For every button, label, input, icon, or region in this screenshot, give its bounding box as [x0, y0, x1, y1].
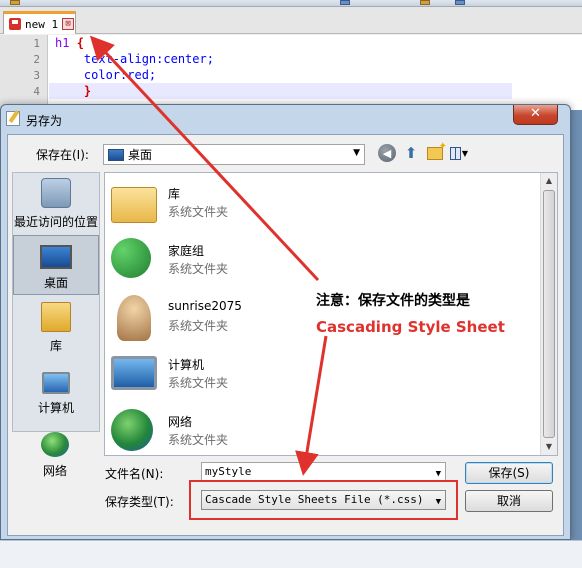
- scroll-down-icon[interactable]: ▼: [541, 439, 557, 455]
- file-name: 计算机: [168, 358, 205, 372]
- annotation-note-highlight: Cascading Style Sheet: [316, 318, 505, 336]
- code-line: }: [55, 84, 92, 98]
- scroll-up-icon[interactable]: ▲: [541, 173, 557, 189]
- css-selector: h1: [55, 36, 70, 50]
- file-name: 网络: [168, 415, 193, 429]
- scrollbar-thumb[interactable]: [543, 190, 555, 438]
- editor-toolbar: [0, 0, 582, 7]
- place-label: 网络: [42, 464, 67, 478]
- code-line: text-align:center;: [55, 52, 214, 66]
- file-type: 系统文件夹: [168, 319, 229, 333]
- network-icon: [41, 432, 69, 457]
- list-item[interactable]: 家庭组 系统文件夹: [111, 234, 491, 288]
- user-folder-icon: [117, 295, 151, 341]
- recent-places-icon: [41, 178, 71, 208]
- toolbar-icon[interactable]: [455, 0, 465, 5]
- list-item[interactable]: 库 系统文件夹: [111, 177, 491, 231]
- editor-window: new 1 ⊠ 1 2 3 4 h1 { text-align:center; …: [0, 0, 582, 110]
- new-folder-icon: [427, 141, 447, 160]
- line-number: 2: [33, 53, 40, 66]
- code-line: h1 {: [55, 36, 84, 50]
- unsaved-file-icon: [9, 18, 21, 30]
- save-in-label: 保存在(I):: [36, 148, 89, 162]
- line-number: 4: [33, 85, 40, 98]
- places-bar: 最近访问的位置 桌面 库 计算机: [12, 172, 100, 432]
- place-label: 桌面: [43, 276, 68, 290]
- libraries-icon: [41, 302, 71, 332]
- arrow-left-icon: ◀: [382, 146, 392, 160]
- place-label: 库: [49, 339, 62, 353]
- place-label: 最近访问的位置: [13, 215, 98, 229]
- current-line-highlight: [49, 83, 512, 99]
- view-menu-button[interactable]: ▼: [450, 144, 468, 162]
- save-button[interactable]: 保存(S): [465, 462, 553, 484]
- code-line: color:red;: [55, 68, 157, 82]
- computer-icon: [111, 356, 157, 390]
- nav-toolbar: ◀ ⬆ ▼: [378, 141, 468, 162]
- up-one-level-button[interactable]: ⬆: [402, 144, 420, 162]
- dialog-title: 另存为: [26, 114, 63, 128]
- file-type: 系统文件夹: [168, 262, 229, 276]
- filename-label: 文件名(N):: [105, 467, 164, 481]
- network-icon: [111, 409, 153, 451]
- place-computer[interactable]: 计算机: [13, 359, 99, 419]
- file-name: sunrise2075: [168, 299, 242, 313]
- notepad-icon: [6, 111, 20, 126]
- libraries-folder-icon: [111, 187, 157, 223]
- annotation-note: 注意：保存文件的类型是: [316, 293, 470, 309]
- file-type: 系统文件夹: [168, 205, 229, 219]
- dialog-titlebar[interactable]: 另存为 ✕: [1, 105, 570, 133]
- view-grid-icon: [450, 146, 461, 160]
- editor-tab-bar: new 1 ⊠: [0, 7, 582, 34]
- close-button[interactable]: ✕: [513, 105, 558, 125]
- vertical-scrollbar[interactable]: ▲ ▼: [540, 173, 557, 455]
- desktop-icon: [108, 148, 124, 161]
- list-item[interactable]: 计算机 系统文件夹: [111, 348, 491, 402]
- save-in-value: 桌面: [128, 148, 153, 162]
- code-editor[interactable]: 1 2 3 4 h1 { text-align:center; color:re…: [0, 35, 512, 110]
- place-network[interactable]: 网络: [12, 432, 98, 482]
- back-button[interactable]: ◀: [378, 144, 396, 162]
- editor-right-area: [512, 35, 582, 110]
- filename-value: myStyle: [205, 465, 252, 478]
- place-label: 计算机: [37, 401, 74, 415]
- annotation-highlight-box: [189, 480, 458, 520]
- css-brace: {: [76, 36, 84, 50]
- arrow-up-icon: ⬆: [404, 144, 418, 162]
- chevron-down-icon[interactable]: ▼: [353, 148, 360, 158]
- file-type: 系统文件夹: [168, 376, 229, 390]
- place-recent[interactable]: 最近访问的位置: [13, 173, 99, 233]
- toolbar-icon[interactable]: [10, 0, 20, 5]
- file-type: 系统文件夹: [168, 433, 229, 447]
- homegroup-icon: [111, 238, 151, 278]
- file-name: 家庭组: [168, 244, 205, 258]
- chevron-down-icon: ▼: [461, 148, 468, 158]
- filetype-label: 保存类型(T):: [105, 495, 174, 509]
- toolbar-icon[interactable]: [340, 0, 350, 5]
- file-name: 库: [168, 187, 181, 201]
- toolbar-icon[interactable]: [420, 0, 430, 5]
- tab-new-1[interactable]: new 1 ⊠: [3, 11, 76, 34]
- place-desktop[interactable]: 桌面: [13, 235, 99, 295]
- desktop-icon: [40, 245, 72, 269]
- new-folder-button[interactable]: [426, 141, 447, 162]
- line-number-gutter: 1 2 3 4: [0, 35, 48, 110]
- computer-icon: [42, 372, 70, 394]
- save-in-dropdown[interactable]: 桌面 ▼: [103, 144, 365, 165]
- place-libraries[interactable]: 库: [13, 297, 99, 357]
- cancel-button[interactable]: 取消: [465, 490, 553, 512]
- line-number: 1: [33, 37, 40, 50]
- line-number: 3: [33, 69, 40, 82]
- list-item[interactable]: 网络 系统文件夹: [111, 405, 491, 459]
- background-window-edge: [0, 540, 582, 568]
- close-tab-icon[interactable]: ⊠: [62, 18, 75, 30]
- file-list[interactable]: 库 系统文件夹 家庭组 系统文件夹 sunrise2075 系统文件夹 计算机 …: [104, 172, 558, 456]
- filename-input[interactable]: myStyle ▼: [201, 462, 446, 482]
- tab-label: new 1: [25, 17, 59, 31]
